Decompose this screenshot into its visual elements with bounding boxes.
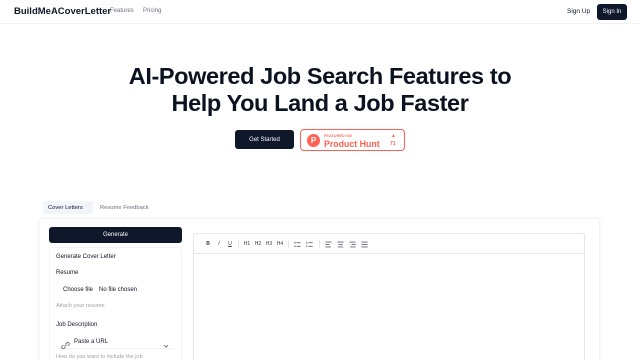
heading-4-button[interactable]: H4	[275, 239, 285, 249]
italic-button[interactable]: I	[215, 239, 223, 249]
underline-button[interactable]: U	[226, 239, 234, 249]
top-navbar: BuildMeACoverLetter Features Pricing Sig…	[0, 0, 640, 24]
list-numbered-icon[interactable]	[304, 239, 314, 249]
hero-title-line-2: Help You Land a Job Faster	[171, 90, 469, 116]
resume-hint: Attach your resume.	[56, 303, 107, 309]
nav-pricing-link[interactable]: Pricing	[143, 8, 161, 14]
chevron-down-icon	[162, 337, 170, 355]
tab-resume-feedback[interactable]: Resume Feedback	[95, 201, 154, 214]
toolbar-separator	[238, 240, 239, 248]
upvote-count: 71	[390, 141, 396, 147]
toolbar-separator	[288, 240, 289, 248]
sign-in-button[interactable]: Sign In	[597, 4, 627, 20]
choose-file-button[interactable]: Choose file	[63, 287, 93, 293]
sign-up-link[interactable]: Sign Up	[567, 8, 590, 15]
editor-content-area[interactable]	[194, 255, 584, 360]
get-started-button[interactable]: Get Started	[235, 130, 294, 149]
editor-toolbar: B I U H1 H2 H3 H4	[194, 234, 584, 254]
job-description-hint: How do you want to include the job	[56, 354, 143, 360]
toolbar-separator	[319, 240, 320, 248]
generate-button[interactable]: Generate	[49, 227, 182, 243]
hero-title: AI-Powered Job Search Features to Help Y…	[0, 63, 640, 117]
upvote-arrow-icon: ▲	[391, 133, 396, 139]
align-center-icon[interactable]	[335, 239, 345, 249]
job-description-select-value: Paste a URL	[74, 338, 109, 345]
job-description-source-select[interactable]: Paste a URL	[56, 335, 174, 350]
heading-3-button[interactable]: H3	[264, 239, 274, 249]
hero-title-line-1: AI-Powered Job Search Features to	[128, 63, 512, 89]
bold-button[interactable]: B	[204, 239, 212, 249]
align-right-icon[interactable]	[347, 239, 357, 249]
list-bullet-icon[interactable]	[292, 239, 302, 249]
rich-text-editor: B I U H1 H2 H3 H4	[193, 233, 585, 360]
brand-logo[interactable]: BuildMeACoverLetter	[14, 6, 111, 17]
nav-features-link[interactable]: Features	[110, 8, 134, 14]
file-status-text: No file chosen	[99, 287, 138, 293]
resume-label: Resume	[56, 270, 79, 276]
product-hunt-name: Product Hunt	[324, 138, 380, 149]
product-hunt-badge[interactable]: P FEATURED ON Product Hunt ▲ 71	[300, 129, 405, 151]
align-justify-icon[interactable]	[359, 239, 369, 249]
form-section-title: Generate Cover Letter	[56, 254, 116, 260]
link-icon	[61, 337, 70, 355]
heading-2-button[interactable]: H2	[253, 239, 263, 249]
align-left-icon[interactable]	[323, 239, 333, 249]
product-hunt-logo-icon: P	[307, 134, 320, 147]
heading-1-button[interactable]: H1	[242, 239, 252, 249]
tab-cover-letters[interactable]: Cover Letters	[43, 201, 93, 214]
product-hunt-featured-label: FEATURED ON	[324, 133, 352, 138]
job-description-label: Job Description	[56, 322, 98, 328]
